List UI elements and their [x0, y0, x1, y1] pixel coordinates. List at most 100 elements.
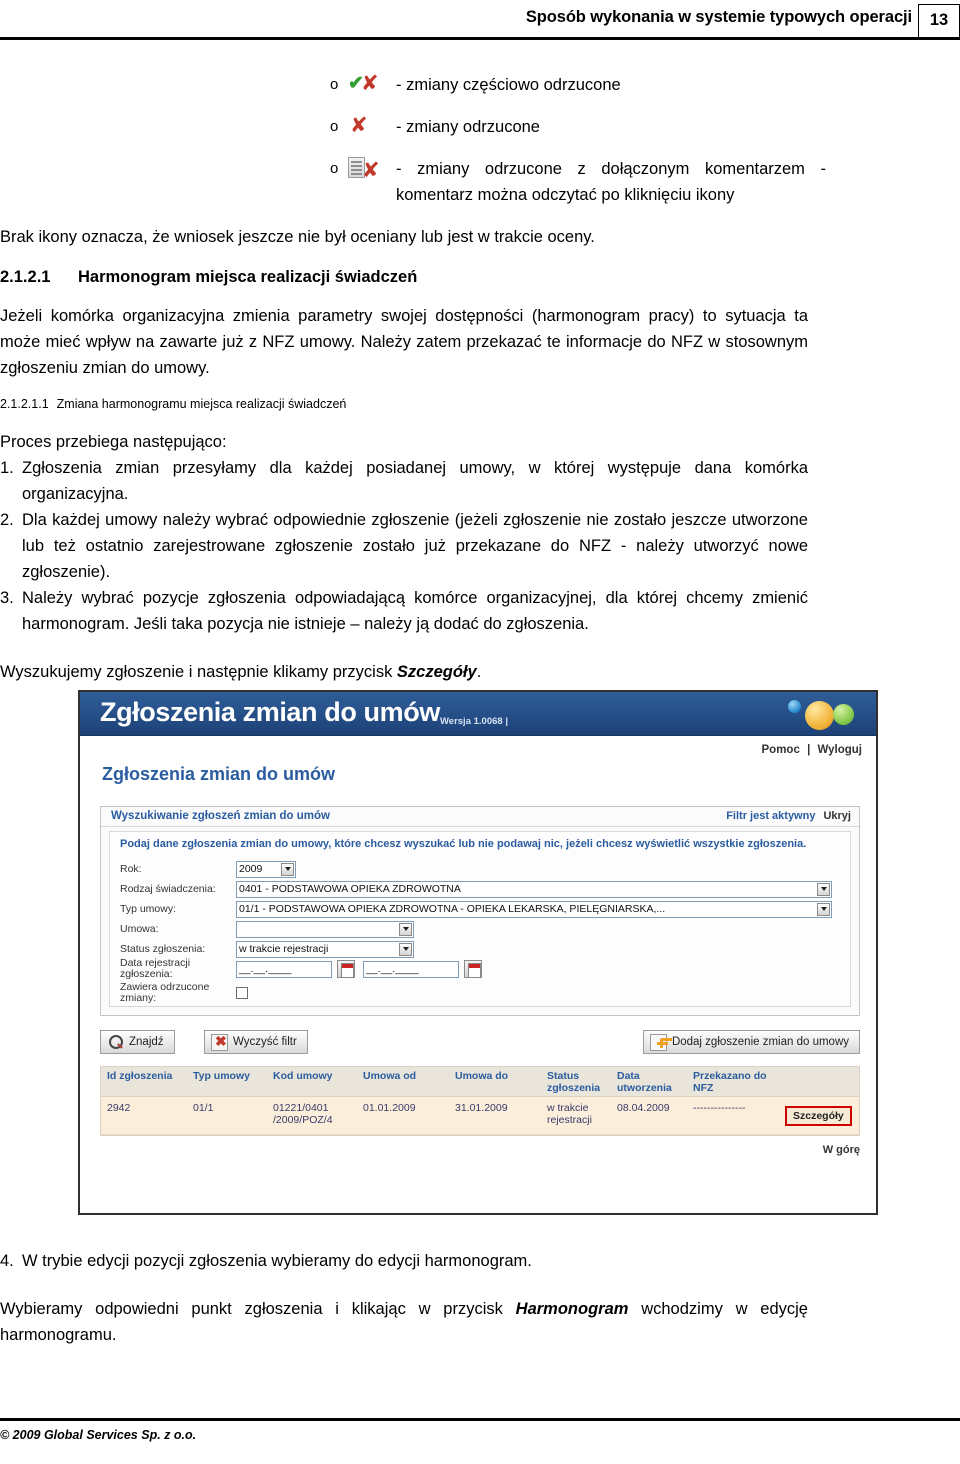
field-label-data-rejestracji: Data rejestracji zgłoszenia: [120, 958, 236, 980]
closing-before: Wybieramy odpowiedni punkt zgłoszenia i … [0, 1300, 516, 1318]
app-version-label: Wersja 1.0068 | [440, 716, 508, 727]
cell-typ-umowy: 01/1 [193, 1102, 214, 1114]
chevron-down-icon[interactable] [399, 922, 412, 936]
rok-select[interactable]: 2009 [236, 860, 296, 878]
list-item: 3. Należy wybrać pozycje zgłoszenia odpo… [0, 585, 808, 637]
field-row-rodzaj-swiadczenia: Rodzaj świadczenia: 0401 - PODSTAWOWA OP… [120, 880, 832, 898]
footer-copyright: © 2009 Global Services Sp. z o.o. [0, 1428, 197, 1442]
hide-panel-link[interactable]: Ukryj [823, 810, 851, 822]
field-label-status-zgloszenia: Status zgłoszenia: [120, 943, 206, 955]
cell-umowa-do: 31.01.2009 [455, 1102, 508, 1114]
field-row-data-rejestracji: Data rejestracji zgłoszenia: __.__.____ … [120, 958, 482, 980]
typ-umowy-value: 01/1 - PODSTAWOWA OPIEKA ZDROWOTNA - OPI… [239, 902, 666, 915]
typ-umowy-select[interactable]: 01/1 - PODSTAWOWA OPIEKA ZDROWOTNA - OPI… [236, 900, 832, 918]
balloon-orange-icon [805, 701, 834, 730]
section-paragraph: Jeżeli komórka organizacyjna zmienia par… [0, 307, 808, 377]
step-text: W trybie edycji pozycji zgłoszenia wybie… [22, 1252, 532, 1270]
document-tail: 4. W trybie edycji pozycji zgłoszenia wy… [0, 1248, 960, 1348]
chevron-down-icon[interactable] [281, 862, 294, 876]
calendar-icon-to[interactable] [464, 960, 482, 978]
field-label-zawiera-odrzucone: Zawiera odrzucone zmiany: [120, 982, 236, 1004]
step-number: 1. [0, 459, 14, 477]
filter-status-label: Filtr jest aktywny [726, 810, 816, 822]
cell-status: w trakcie rejestracji [547, 1102, 592, 1126]
clear-filter-button-label: Wyczyść filtr [233, 1036, 297, 1048]
action-button-row: Znajdź Wyczyść filtr Dodaj zgłoszenie zm… [100, 1030, 860, 1054]
clear-filter-icon [211, 1033, 228, 1051]
list-item: 1. Zgłoszenia zmian przesyłamy dla każde… [0, 455, 808, 507]
list-item: o ✘ - zmiany odrzucone z dołączonym kome… [0, 156, 960, 208]
filter-fields-box: Podaj dane zgłoszenia zmian do umowy, kt… [109, 831, 851, 1007]
column-header-kod-umowy: Kod umowy [273, 1070, 333, 1082]
search-panel-header-right: Filtr jest aktywny Ukryj [726, 810, 851, 822]
legend-icon-list: o ✔ ✘ - zmiany częściowo odrzucone o ✘ - … [0, 72, 960, 208]
subsection-number: 2.1.2.1.1 [0, 397, 49, 411]
subsection-heading: 2.1.2.1.1 Zmiana harmonogramu miejsca re… [0, 397, 960, 411]
scroll-to-top-link[interactable]: W górę [100, 1144, 860, 1156]
date-label-line2: zgłoszenia: [120, 968, 173, 980]
find-button[interactable]: Znajdź [100, 1030, 175, 1054]
help-link[interactable]: Pomoc [762, 744, 800, 756]
list-item: 2. Dla każdej umowy należy wybrać odpowi… [0, 507, 808, 585]
chevron-down-icon[interactable] [817, 882, 830, 896]
date-to-input[interactable]: __.__.____ [363, 960, 459, 978]
calendar-icon-from[interactable] [337, 960, 355, 978]
app-title-bar: Zgłoszenia zmian do umów Wersja 1.0068 | [80, 692, 876, 736]
cell-umowa-od: 01.01.2009 [363, 1102, 416, 1114]
rodzaj-swiadczenia-select[interactable]: 0401 - PODSTAWOWA OPIEKA ZDROWOTNA [236, 880, 832, 898]
rodzaj-swiadczenia-value: 0401 - PODSTAWOWA OPIEKA ZDROWOTNA [239, 882, 461, 895]
column-header-data-utworzenia: Data utworzenia [617, 1070, 672, 1094]
list-item-label: - zmiany odrzucone [396, 118, 540, 136]
table-row[interactable]: 2942 01/1 01221/0401 /2009/POZ/4 01.01.2… [101, 1097, 859, 1135]
embedded-application-screenshot: Zgłoszenia zmian do umów Wersja 1.0068 |… [78, 690, 878, 1215]
app-page-title: Zgłoszenia zmian do umów [102, 764, 336, 784]
document-content: o ✔ ✘ - zmiany częściowo odrzucone o ✘ - … [0, 58, 960, 685]
section-number: 2.1.2.1 [0, 268, 51, 286]
step-4: 4. W trybie edycji pozycji zgłoszenia wy… [0, 1248, 808, 1274]
add-document-icon [649, 1033, 668, 1051]
column-header-umowa-do: Umowa do [455, 1070, 509, 1082]
chevron-down-icon[interactable] [399, 942, 412, 956]
add-submission-button[interactable]: Dodaj zgłoszenie zmian do umowy [642, 1030, 860, 1054]
zawiera-odrzucone-checkbox[interactable] [236, 987, 248, 999]
status-zgloszenia-value: w trakcie rejestracji [239, 942, 329, 955]
check-and-red-x-icon: ✔ ✘ [348, 71, 379, 95]
status-zgloszenia-select[interactable]: w trakcie rejestracji [236, 940, 414, 958]
logout-link[interactable]: Wyloguj [817, 744, 862, 756]
cell-przekazano-nfz: --------------- [693, 1102, 746, 1114]
chevron-down-icon[interactable] [817, 902, 830, 916]
umowa-select[interactable] [236, 920, 414, 938]
red-x-icon: ✘ [350, 113, 368, 137]
bullet-marker: o [330, 160, 339, 177]
cell-actions: Szczegóły [779, 1097, 857, 1134]
icon-slot: ✘ [348, 156, 396, 181]
field-row-status-zgloszenia: Status zgłoszenia: w trakcie rejestracji [120, 940, 414, 958]
step-number: 4. [0, 1252, 14, 1270]
column-header-id: Id zgłoszenia [107, 1070, 173, 1082]
lead-in-emphasis: Szczegóły [396, 663, 477, 681]
step-text: Należy wybrać pozycje zgłoszenia odpowia… [22, 589, 808, 633]
field-row-zawiera-odrzucone: Zawiera odrzucone zmiany: [120, 982, 248, 1004]
icon-slot: ✘ [348, 114, 396, 137]
search-panel-header: Wyszukiwanie zgłoszeń zmian do umów Filt… [101, 807, 859, 827]
search-panel: Wyszukiwanie zgłoszeń zmian do umów Filt… [100, 806, 860, 1016]
field-label-typ-umowy: Typ umowy: [120, 903, 177, 915]
checkbox-label-line2: zmiany: [120, 992, 157, 1004]
cell-kod-umowy: 01221/0401 /2009/POZ/4 [273, 1102, 333, 1126]
links-separator: | [807, 744, 811, 756]
field-label-umowa: Umowa: [120, 923, 159, 935]
column-header-przekazano-nfz: Przekazano do NFZ [693, 1070, 767, 1094]
details-button[interactable]: Szczegóły [785, 1106, 852, 1126]
header-title: Sposób wykonania w systemie typowych ope… [525, 8, 912, 26]
column-header-actions [779, 1067, 857, 1096]
date-from-input[interactable]: __.__.____ [236, 960, 332, 978]
clear-filter-button[interactable]: Wyczyść filtr [204, 1030, 308, 1054]
page-running-header: Sposób wykonania w systemie typowych ope… [0, 0, 960, 48]
closing-emphasis: Harmonogram [515, 1300, 629, 1318]
search-icon [107, 1034, 124, 1051]
lead-in-paragraph: Wyszukujemy zgłoszenie i następnie klika… [0, 659, 808, 685]
legend-note: Brak ikony oznacza, że wniosek jeszcze n… [0, 228, 595, 246]
balloon-green-icon [833, 704, 854, 725]
step-number: 2. [0, 511, 14, 529]
step-text: Zgłoszenia zmian przesyłamy dla każdej p… [22, 459, 808, 503]
